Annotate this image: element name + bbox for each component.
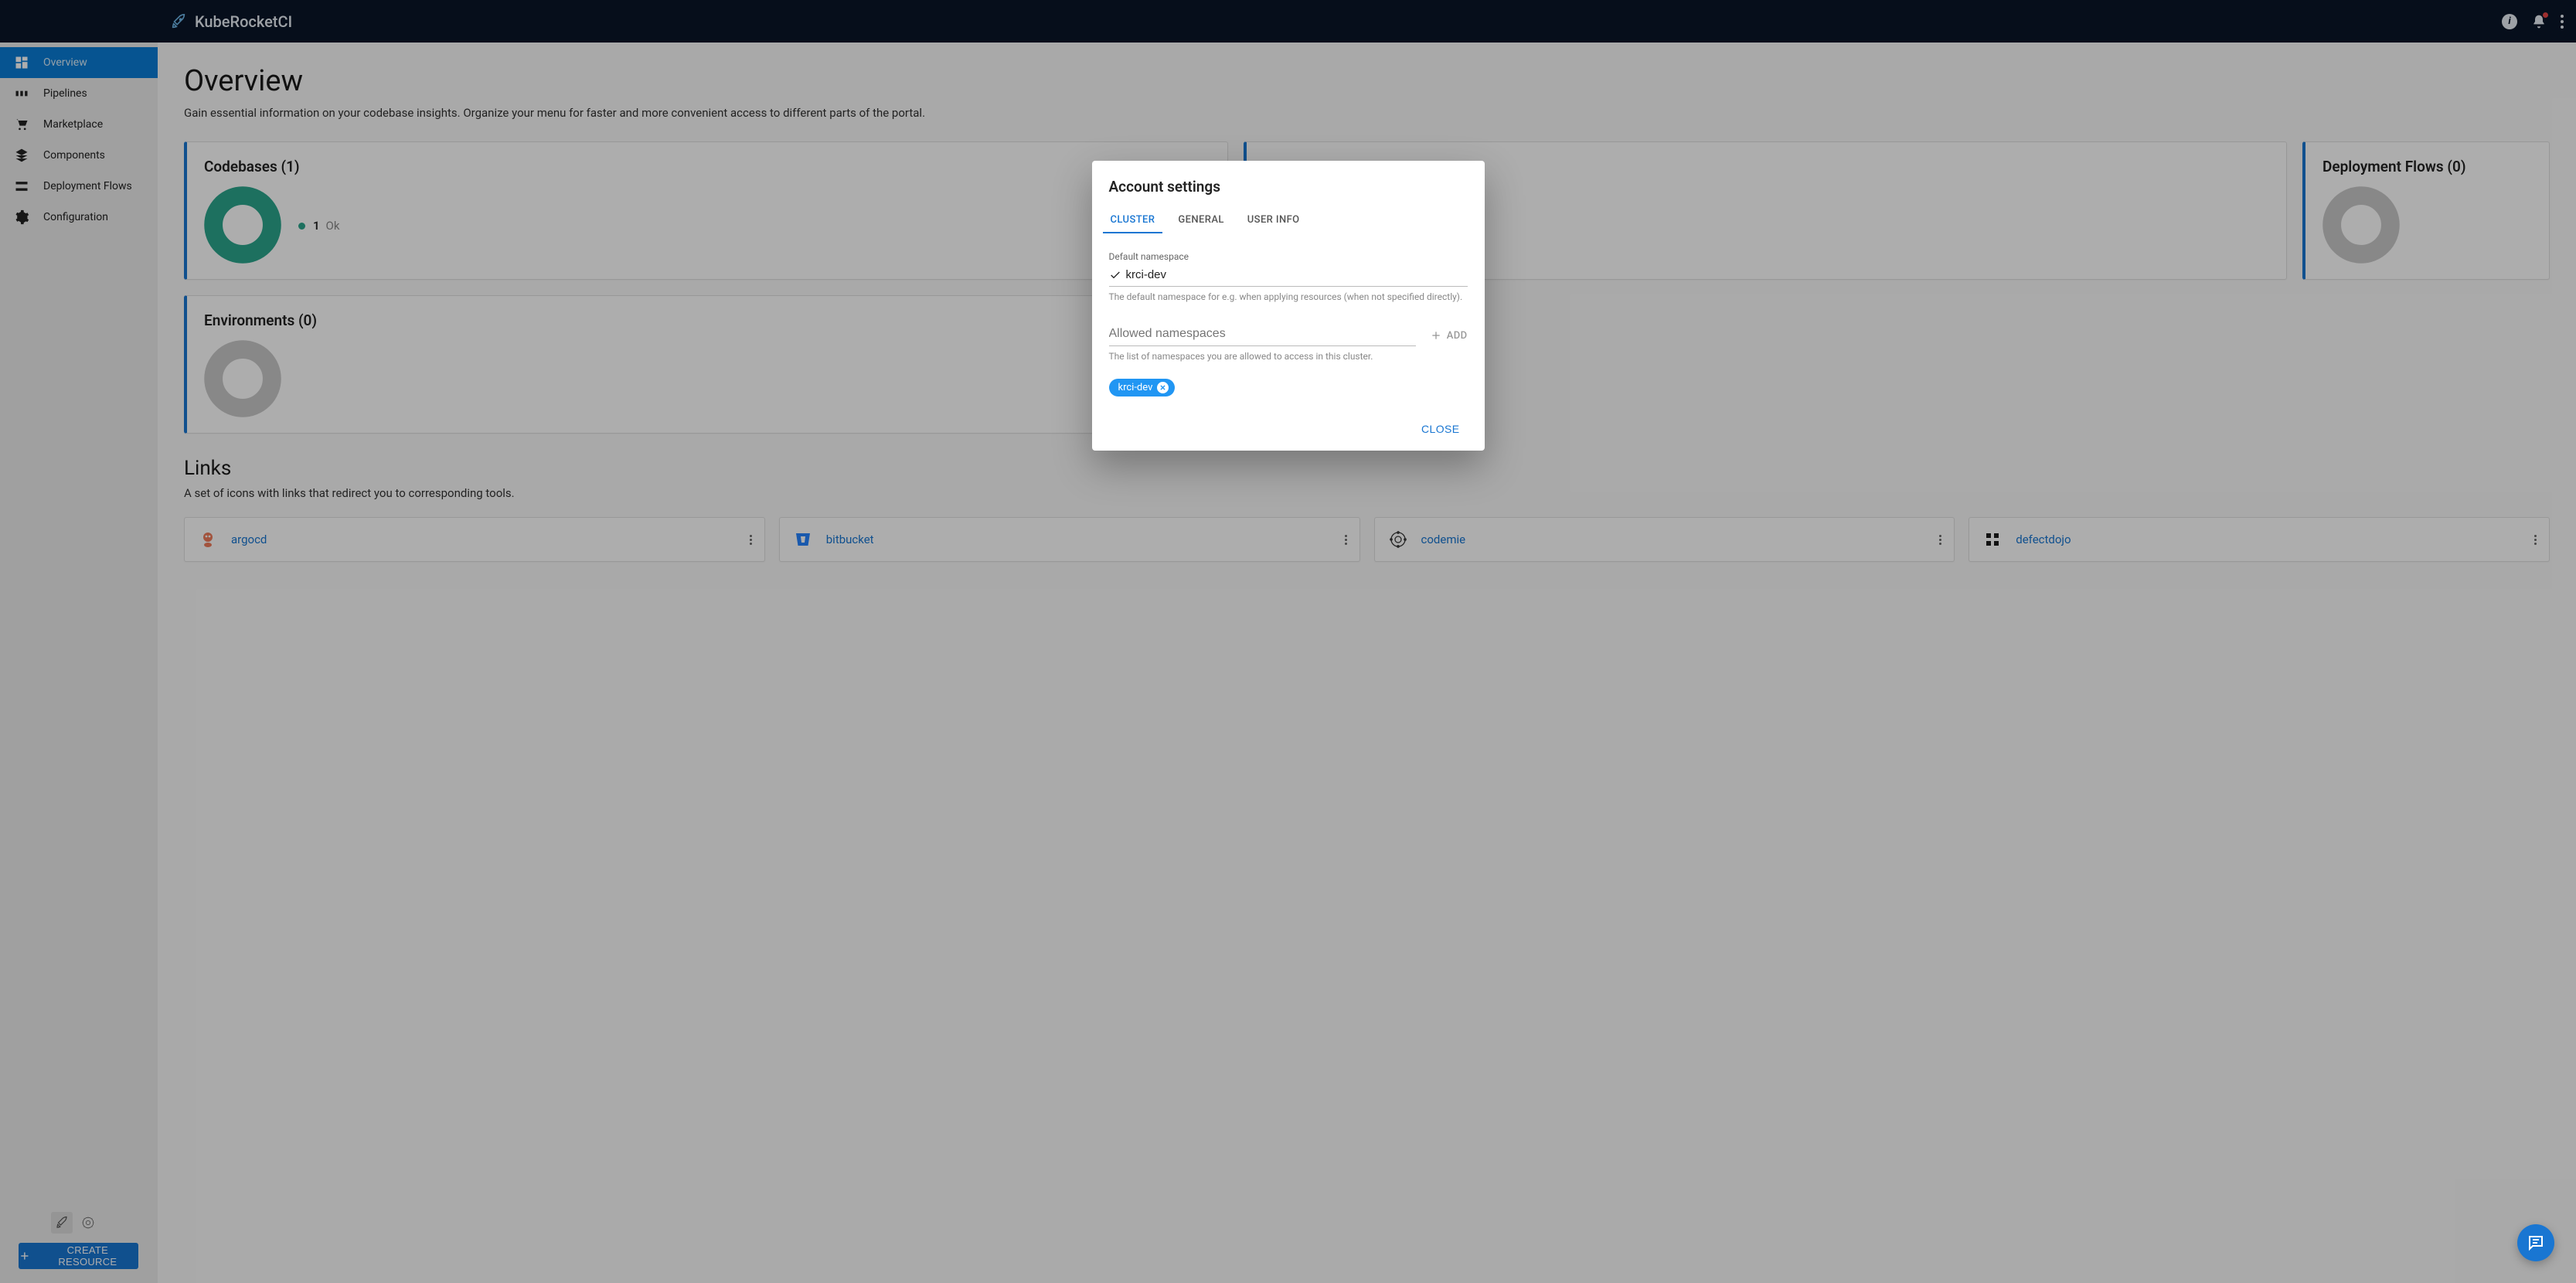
chat-fab[interactable] <box>2517 1224 2554 1261</box>
plus-icon <box>1430 329 1442 342</box>
account-settings-modal: Account settings CLUSTER GENERAL USER IN… <box>1092 161 1485 451</box>
chat-icon <box>2527 1234 2545 1252</box>
remove-chip-button[interactable] <box>1157 382 1169 393</box>
modal-actions: CLOSE <box>1109 418 1468 440</box>
tab-user-info[interactable]: USER INFO <box>1246 209 1302 233</box>
default-namespace-input[interactable] <box>1126 268 1468 281</box>
namespace-chip-label: krci-dev <box>1118 382 1153 393</box>
allowed-namespaces-input[interactable] <box>1109 322 1416 346</box>
tab-general[interactable]: GENERAL <box>1176 209 1225 233</box>
add-namespace-button[interactable]: ADD <box>1430 329 1468 346</box>
default-namespace-field: Default namespace The default namespace … <box>1109 251 1468 302</box>
tab-cluster[interactable]: CLUSTER <box>1109 209 1157 233</box>
close-icon <box>1159 384 1166 391</box>
add-namespace-label: ADD <box>1447 330 1468 342</box>
namespace-chip: krci-dev <box>1109 379 1176 396</box>
modal-tabs: CLUSTER GENERAL USER INFO <box>1109 209 1468 234</box>
allowed-namespaces-helper: The list of namespaces you are allowed t… <box>1109 351 1468 362</box>
namespace-chips: krci-dev <box>1109 379 1468 396</box>
modal-title: Account settings <box>1109 178 1468 196</box>
close-button[interactable]: CLOSE <box>1414 418 1467 440</box>
check-icon <box>1109 269 1121 281</box>
allowed-namespaces-field: ADD The list of namespaces you are allow… <box>1109 322 1468 396</box>
default-namespace-label: Default namespace <box>1109 251 1468 262</box>
default-namespace-helper: The default namespace for e.g. when appl… <box>1109 291 1468 302</box>
